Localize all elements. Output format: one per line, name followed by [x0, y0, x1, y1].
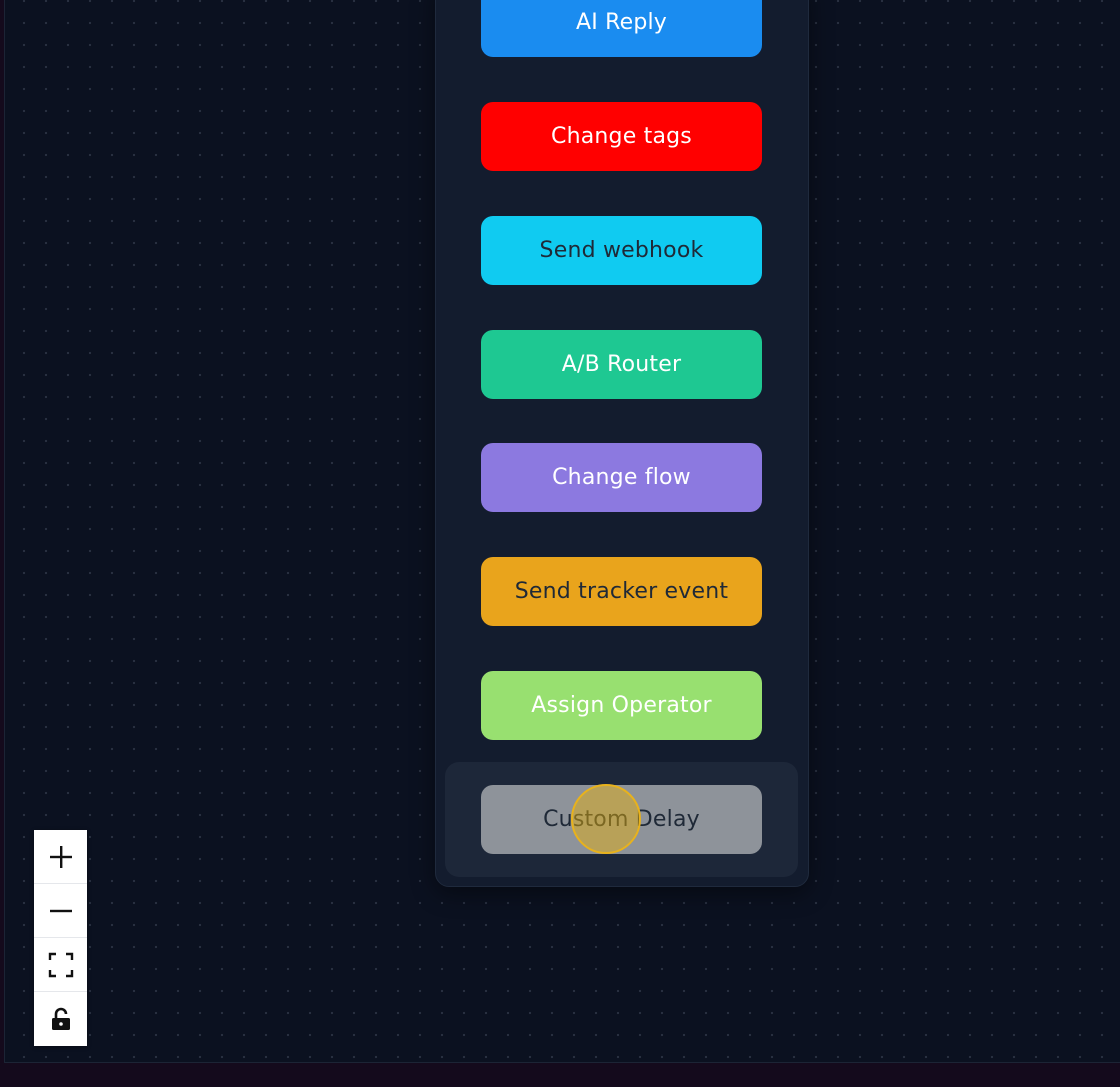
- node-ai-reply-button[interactable]: AI Reply: [481, 0, 762, 57]
- fullscreen-icon: [48, 952, 74, 978]
- zoom-in-button[interactable]: [34, 830, 87, 884]
- minus-icon: [48, 898, 74, 924]
- node-custom-delay-button[interactable]: Custom Delay: [481, 785, 762, 854]
- plus-icon: [48, 844, 74, 870]
- fit-view-button[interactable]: [34, 938, 87, 992]
- unlocked-icon: [50, 1007, 72, 1031]
- node-change-tags-button[interactable]: Change tags: [481, 102, 762, 171]
- node-send-tracker-event-button[interactable]: Send tracker event: [481, 557, 762, 626]
- lock-toggle-button[interactable]: [34, 992, 87, 1046]
- node-send-webhook-button[interactable]: Send webhook: [481, 216, 762, 285]
- node-assign-operator-button[interactable]: Assign Operator: [481, 671, 762, 740]
- node-change-flow-button[interactable]: Change flow: [481, 443, 762, 512]
- zoom-controls: [34, 830, 87, 1046]
- zoom-out-button[interactable]: [34, 884, 87, 938]
- node-ab-router-button[interactable]: A/B Router: [481, 330, 762, 399]
